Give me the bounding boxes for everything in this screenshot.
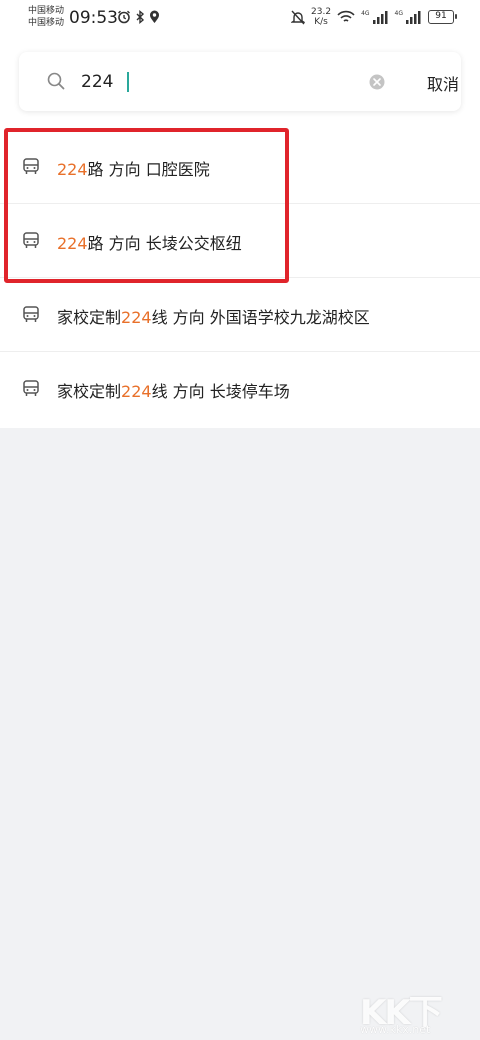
route-result-item[interactable]: 家校定制224线 方向 长堎停车场 [0, 352, 480, 426]
battery-indicator: 91 [428, 10, 457, 24]
route-number-highlight: 224 [57, 160, 88, 179]
signal-icon [406, 10, 421, 24]
route-number-highlight: 224 [121, 382, 152, 401]
route-prefix: 家校定制 [57, 382, 122, 401]
net-speed-value: 23.2 [311, 7, 332, 17]
mute-bell-icon [291, 10, 306, 24]
location-icon [150, 10, 159, 23]
bus-icon [23, 158, 39, 174]
net-speed: 23.2 K/s [311, 7, 331, 27]
network-tag-1: 4G [361, 9, 370, 17]
text-caret [127, 72, 129, 92]
route-result-item[interactable]: 224路 方向 长堎公交枢纽 [0, 204, 480, 278]
route-label: 224路 方向 口腔医院 [57, 156, 210, 180]
clear-icon[interactable] [369, 74, 385, 90]
route-direction: 路 方向 口腔医院 [87, 160, 210, 179]
route-result-list: 224路 方向 口腔医院 224路 方向 长堎公交枢纽 家校定制224线 方向 … [0, 130, 480, 426]
bluetooth-icon [136, 10, 145, 24]
search-bar: 取消 [19, 52, 461, 111]
carrier-labels: 中国移动 中国移动 [28, 5, 64, 29]
route-label: 家校定制224线 方向 外国语学校九龙湖校区 [57, 304, 370, 328]
status-icons-left [117, 10, 160, 24]
net-speed-unit: K/s [314, 17, 328, 27]
route-label: 家校定制224线 方向 长堎停车场 [57, 378, 290, 402]
route-result-item[interactable]: 家校定制224线 方向 外国语学校九龙湖校区 [0, 278, 480, 352]
route-number-highlight: 224 [57, 234, 88, 253]
route-prefix: 家校定制 [57, 308, 122, 327]
signal-icon [372, 10, 388, 24]
network-tag-2: 4G [394, 9, 403, 17]
route-number-highlight: 224 [121, 308, 152, 327]
wifi-icon [337, 10, 355, 22]
status-time: 09:53 [69, 8, 118, 28]
bus-icon [23, 232, 39, 248]
search-input[interactable] [81, 70, 331, 94]
bus-icon [23, 380, 39, 396]
route-label: 224路 方向 长堎公交枢纽 [57, 230, 242, 254]
search-icon [47, 72, 65, 90]
alarm-icon [118, 10, 130, 24]
cancel-button[interactable]: 取消 [427, 71, 459, 95]
route-direction: 路 方向 长堎公交枢纽 [87, 234, 242, 253]
bus-icon [23, 306, 39, 322]
route-direction: 线 方向 外国语学校九龙湖校区 [151, 308, 370, 327]
status-icons-right: 23.2 K/s 4G 4G 91 [291, 7, 457, 27]
carrier-1: 中国移动 [28, 6, 65, 16]
carrier-2: 中国移动 [28, 18, 65, 28]
route-direction: 线 方向 长堎停车场 [151, 382, 290, 401]
watermark-url: www.kkx.net [360, 1023, 431, 1036]
watermark: KK下载 www.kkx.net [360, 985, 470, 1036]
route-result-item[interactable]: 224路 方向 口腔医院 [0, 130, 480, 204]
status-bar: 中国移动 中国移动 09:53 23.2 K/s 4G 4G 91 [0, 0, 480, 36]
